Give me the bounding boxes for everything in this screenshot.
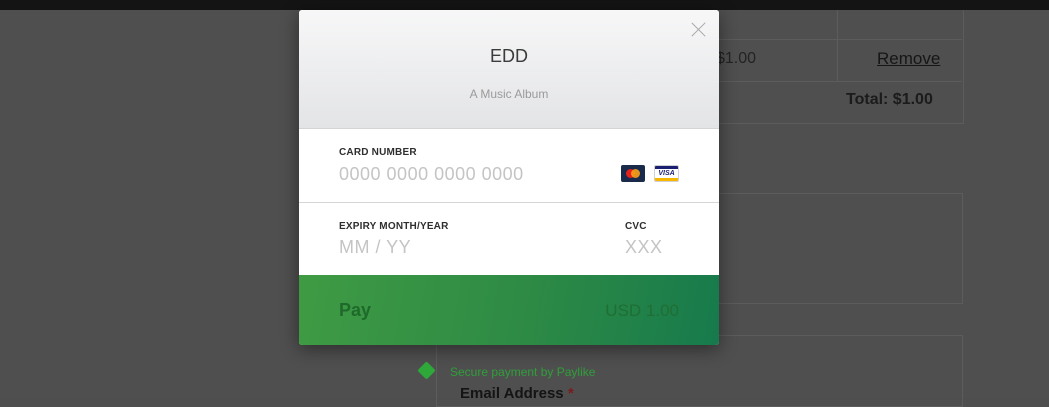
email-label-text: Email Address	[460, 385, 564, 402]
modal-subtitle: A Music Album	[469, 87, 549, 101]
pay-button[interactable]: Pay USD 1.00	[299, 275, 719, 345]
expiry-input[interactable]	[339, 234, 559, 260]
required-marker: *	[567, 385, 574, 402]
cart-total: Total: $1.00	[846, 91, 933, 108]
cart-table-column-divider	[837, 10, 838, 82]
pay-button-label: Pay	[339, 300, 372, 320]
top-bar	[0, 0, 1049, 10]
secure-payment-text: Secure payment by Paylike	[450, 365, 596, 379]
pay-amount: USD 1.00	[605, 301, 679, 320]
cart-table-divider	[700, 39, 962, 40]
checkout-section-box	[700, 193, 963, 304]
cvc-label: CVC	[625, 221, 647, 232]
card-number-label: CARD NUMBER	[339, 147, 417, 158]
visa-icon: VISA	[654, 165, 679, 182]
cart-item-price: $1.00	[716, 50, 757, 67]
remove-item-link[interactable]: Remove	[877, 49, 940, 69]
field-divider	[299, 202, 719, 203]
modal-header: EDD A Music Album	[299, 10, 719, 129]
card-number-input[interactable]	[339, 161, 599, 187]
visa-logo-text: VISA	[658, 170, 675, 177]
email-address-label: Email Address *	[460, 385, 574, 402]
close-icon[interactable]	[691, 21, 707, 37]
cart-table-divider	[700, 81, 962, 82]
payment-modal: EDD A Music Album CARD NUMBER VISA EXPIR…	[299, 10, 719, 345]
expiry-label: EXPIRY MONTH/YEAR	[339, 221, 449, 232]
modal-title: EDD	[489, 46, 528, 66]
cvc-input[interactable]	[625, 234, 695, 260]
mastercard-icon	[621, 165, 645, 182]
